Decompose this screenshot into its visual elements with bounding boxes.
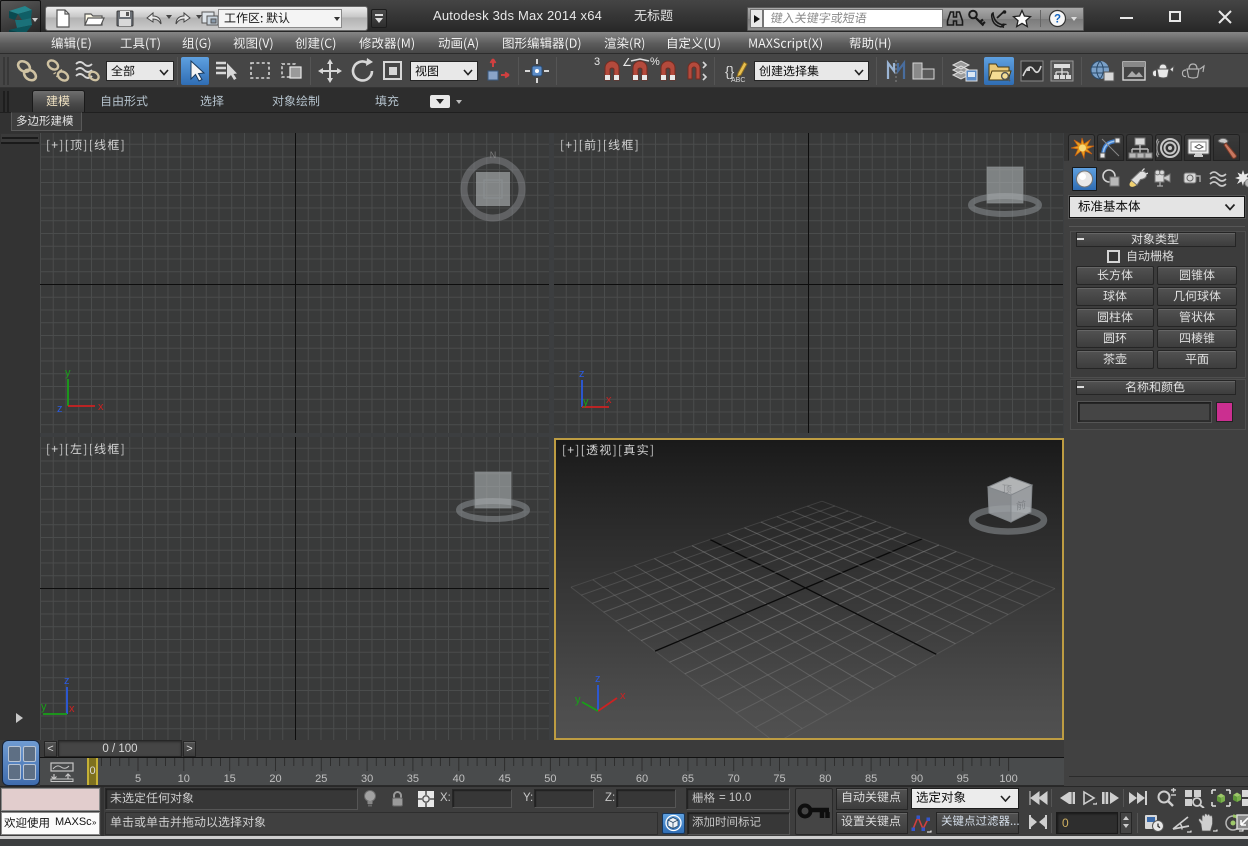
svg-text:40: 40 <box>453 773 465 785</box>
svg-text:15: 15 <box>224 773 236 785</box>
svg-text:35: 35 <box>407 773 419 785</box>
svg-text:55: 55 <box>590 773 602 785</box>
svg-text:80: 80 <box>819 773 831 785</box>
svg-text:65: 65 <box>682 773 694 785</box>
svg-text:?: ? <box>1054 14 1061 26</box>
svg-text:100: 100 <box>999 773 1017 785</box>
svg-text:25: 25 <box>315 773 327 785</box>
svg-text:30: 30 <box>361 773 373 785</box>
svg-text:70: 70 <box>728 773 740 785</box>
svg-text:5: 5 <box>135 773 141 785</box>
svg-text:45: 45 <box>498 773 510 785</box>
svg-text:10: 10 <box>178 773 190 785</box>
svg-text:85: 85 <box>865 773 877 785</box>
svg-text:90: 90 <box>911 773 923 785</box>
svg-text:95: 95 <box>957 773 969 785</box>
svg-text:60: 60 <box>636 773 648 785</box>
svg-text:ABC: ABC <box>731 77 745 84</box>
svg-text:50: 50 <box>544 773 556 785</box>
svg-text:75: 75 <box>773 773 785 785</box>
svg-text:20: 20 <box>269 773 281 785</box>
svg-text:N: N <box>490 150 497 160</box>
